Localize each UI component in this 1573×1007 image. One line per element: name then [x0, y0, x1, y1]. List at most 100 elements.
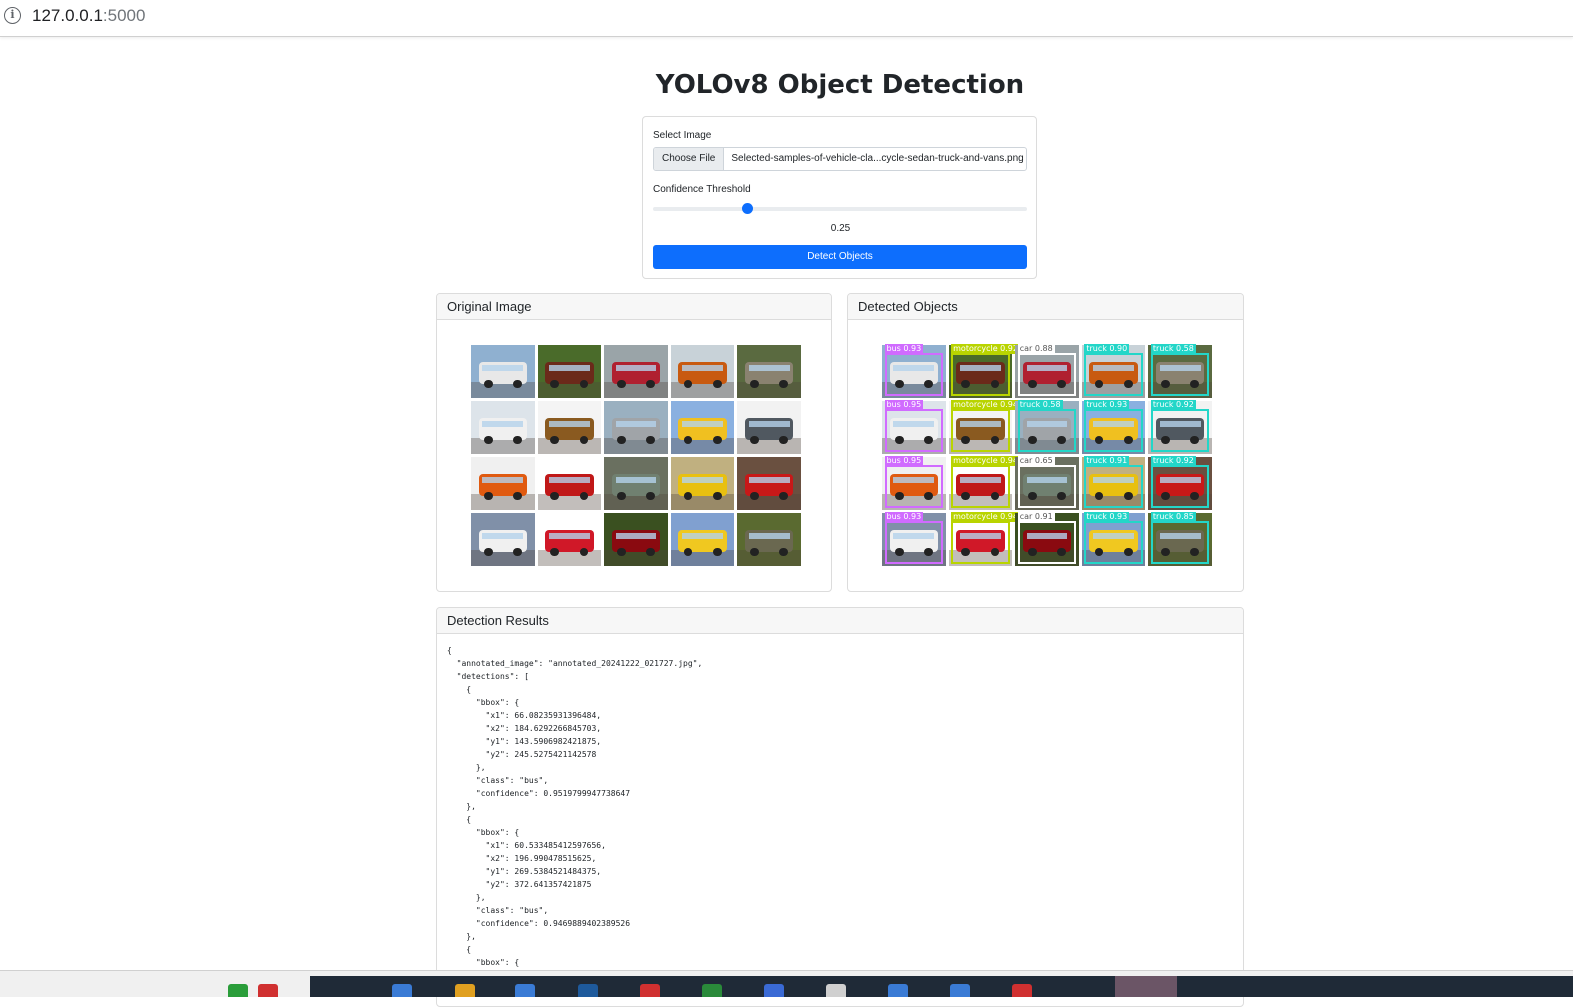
- json-line: "y2": 245.5275421142578: [485, 750, 597, 759]
- vehicle-thumbnail: [537, 457, 602, 510]
- detection-box: car 0.88: [1017, 344, 1077, 396]
- vehicle-window: [482, 477, 524, 484]
- detection-box: car 0.65: [1017, 456, 1077, 508]
- taskbar-app-icon[interactable]: [950, 984, 970, 997]
- vehicle-window: [682, 533, 723, 540]
- vehicle-thumbnail: truck 0.93: [1081, 512, 1146, 566]
- detection-label: truck 0.92: [1150, 456, 1196, 467]
- vehicle-window: [748, 477, 790, 484]
- detection-label: truck 0.90: [1084, 344, 1130, 355]
- detection-label: truck 0.58: [1017, 400, 1063, 411]
- url-host: 127.0.0.1: [32, 6, 103, 25]
- vehicle-thumbnail: [670, 401, 735, 454]
- vehicle-thumbnail: [537, 513, 602, 566]
- wheel: [483, 492, 493, 501]
- taskbar-app-icon[interactable]: [1012, 984, 1032, 997]
- vehicle-thumbnail: truck 0.58: [1148, 344, 1212, 398]
- detection-box: bus 0.95: [884, 456, 944, 508]
- detection-box: car 0.91: [1017, 512, 1077, 564]
- json-line: },: [475, 893, 486, 902]
- vehicle-thumbnail: [604, 401, 668, 454]
- detection-box: truck 0.90: [1084, 344, 1143, 396]
- original-image-header: Original Image: [437, 294, 831, 320]
- ground: [537, 494, 602, 510]
- vehicle-thumbnail: [604, 345, 668, 398]
- vehicle-thumbnail: [670, 457, 735, 510]
- taskbar-app-icon[interactable]: [640, 984, 660, 997]
- vehicle-window: [615, 365, 657, 372]
- url-field[interactable]: 127.0.0.1:5000: [32, 6, 145, 26]
- json-line: "y1": 143.5906982421875,: [485, 737, 602, 746]
- taskbar-apps-area: [310, 976, 1573, 997]
- choose-file-button[interactable]: Choose File: [654, 148, 725, 170]
- json-line: {: [466, 685, 472, 694]
- vehicle-thumbnail: bus 0.95: [882, 400, 946, 454]
- vehicle-window: [748, 421, 790, 428]
- vehicle-thumbnail: car 0.91: [1015, 512, 1079, 566]
- file-input[interactable]: Choose File Selected-samples-of-vehicle-…: [653, 147, 1027, 171]
- wheel: [483, 380, 493, 389]
- ground: [670, 494, 735, 510]
- upload-form: Select Image Choose File Selected-sample…: [642, 116, 1037, 279]
- vehicle-thumbnail: truck 0.58: [1015, 400, 1079, 454]
- detection-box: motorcycle 0.94: [951, 400, 1020, 452]
- detect-objects-button[interactable]: Detect Objects: [653, 245, 1027, 269]
- vehicle-window: [482, 533, 524, 540]
- detection-label: motorcycle 0.94: [951, 456, 1020, 467]
- vehicle-thumbnail: bus 0.95: [882, 456, 946, 510]
- vehicle-thumbnail: truck 0.85: [1148, 512, 1212, 566]
- detection-results-header: Detection Results: [437, 608, 1243, 634]
- detected-objects-panel: Detected Objects bus 0.93 motorcycle 0.92…: [847, 293, 1244, 592]
- vehicle-thumbnail: [537, 345, 602, 398]
- taskbar-app-icon[interactable]: [258, 984, 278, 997]
- vehicle-thumbnail: truck 0.93: [1081, 400, 1146, 454]
- taskbar-app-icon[interactable]: [515, 984, 535, 997]
- taskbar-app-icon[interactable]: [702, 984, 722, 997]
- confidence-slider[interactable]: [653, 203, 1027, 214]
- taskbar-app-icon[interactable]: [764, 984, 784, 997]
- vehicle-thumbnail: [604, 513, 668, 566]
- slider-thumb[interactable]: [741, 203, 753, 214]
- vehicle-window: [482, 365, 524, 372]
- browser-address-bar: i 127.0.0.1:5000: [0, 0, 1573, 37]
- detection-label: car 0.88: [1017, 344, 1055, 355]
- detected-objects-header: Detected Objects: [848, 294, 1243, 320]
- taskbar-app-icon[interactable]: [392, 984, 412, 997]
- ground: [471, 494, 535, 510]
- detection-label: truck 0.58: [1150, 344, 1196, 355]
- taskbar-app-icon[interactable]: [455, 984, 475, 997]
- taskbar-app-icon[interactable]: [888, 984, 908, 997]
- detection-box: bus 0.93: [884, 344, 944, 396]
- detection-label: bus 0.93: [884, 344, 924, 355]
- vehicle-thumbnail: [737, 457, 801, 510]
- vehicle-thumbnail: [471, 401, 535, 454]
- json-line: {: [466, 815, 472, 824]
- original-image: [471, 345, 801, 566]
- json-line: "x2": 196.990478515625,: [485, 854, 597, 863]
- json-line: },: [466, 932, 476, 941]
- json-line: "confidence": 0.9469889402389526: [475, 919, 631, 928]
- json-line: "class": "bus",: [475, 906, 549, 915]
- vehicle-thumbnail: [471, 513, 535, 566]
- vehicle-thumbnail: truck 0.90: [1081, 344, 1146, 398]
- vehicle-window: [615, 421, 657, 428]
- detection-label: motorcycle 0.92: [951, 344, 1020, 355]
- json-line: "x2": 184.6292266845703,: [485, 724, 602, 733]
- json-line: "x1": 66.08235931396484,: [485, 711, 602, 720]
- taskbar-app-icon[interactable]: [578, 984, 598, 997]
- taskbar-app-icon[interactable]: [826, 984, 846, 997]
- taskbar-app-icon[interactable]: [228, 984, 248, 997]
- ground: [471, 438, 535, 454]
- vehicle-window: [682, 477, 723, 484]
- vehicle-window: [682, 421, 723, 428]
- detection-box: truck 0.92: [1150, 456, 1210, 508]
- detection-box: motorcycle 0.94: [951, 456, 1020, 508]
- vehicle-window: [748, 533, 790, 540]
- ground: [604, 494, 668, 510]
- confidence-threshold-label: Confidence Threshold: [653, 184, 751, 195]
- json-line: },: [475, 763, 486, 772]
- vehicle-window: [482, 421, 524, 428]
- site-info-icon[interactable]: i: [4, 7, 21, 24]
- detection-box: motorcycle 0.92: [951, 344, 1020, 396]
- vehicle-window: [748, 365, 790, 372]
